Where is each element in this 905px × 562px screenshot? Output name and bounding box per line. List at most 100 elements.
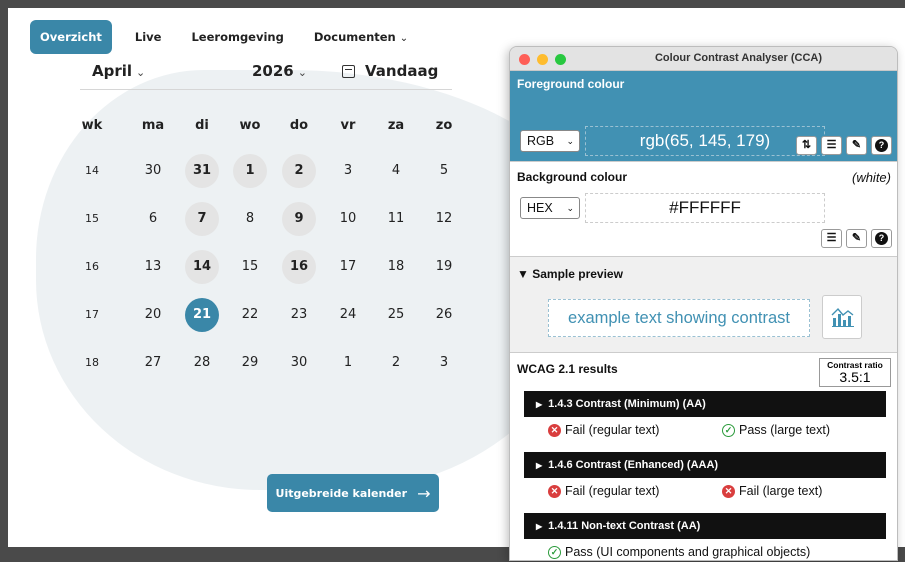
day-cell[interactable]: 6 — [136, 202, 170, 236]
day-cell[interactable]: 18 — [379, 250, 413, 284]
nav-item-live[interactable]: Live — [120, 20, 177, 54]
day-cell[interactable]: 31 — [185, 154, 219, 188]
result-text: Fail (regular text) — [565, 423, 660, 437]
foreground-format-value: RGB — [527, 134, 555, 148]
triangle-down-icon: ▼ — [517, 267, 533, 281]
contrast-ratio-value: 3.5:1 — [839, 369, 871, 385]
today-button[interactable]: Vandaag — [342, 62, 438, 80]
month-selector: April ⌄ 2026 ⌄ Vandaag — [80, 60, 452, 90]
day-cell[interactable]: 4 — [379, 154, 413, 188]
day-cell[interactable]: 29 — [233, 346, 267, 380]
sample-preview-text: example text showing contrast — [548, 299, 810, 337]
day-cell[interactable]: 20 — [136, 298, 170, 332]
weekday-header: vr — [340, 118, 356, 133]
criterion-name: 1.4.11 Non-text Contrast (AA) — [548, 520, 701, 532]
help-icon[interactable]: ? — [871, 229, 892, 248]
week-number: 17 — [85, 308, 99, 321]
result-text: Fail (large text) — [739, 484, 823, 498]
today-label: Vandaag — [365, 62, 439, 80]
preview-toggle[interactable]: ▼ Sample preview — [517, 267, 623, 281]
month-dropdown[interactable]: April ⌄ — [92, 62, 145, 80]
background-colour-name: (white) — [851, 170, 891, 185]
foreground-tools: ⇅ ☰ ✎ ? — [796, 136, 892, 155]
day-cell[interactable]: 1 — [331, 346, 365, 380]
weekday-header: di — [195, 118, 209, 133]
day-cell[interactable]: 11 — [379, 202, 413, 236]
results-section: WCAG 2.1 results Contrast ratio 3.5:1 ▶ 1… — [510, 352, 897, 560]
result-item: ✕ Fail (regular text) — [548, 423, 659, 437]
nav-item-leeromgeving[interactable]: Leeromgeving — [176, 20, 298, 54]
day-cell[interactable]: 24 — [331, 298, 365, 332]
week-number: 15 — [85, 212, 99, 225]
day-cell[interactable]: 8 — [233, 202, 267, 236]
nav-item-overzicht[interactable]: Overzicht — [30, 20, 112, 54]
day-cell[interactable]: 19 — [427, 250, 461, 284]
day-cell[interactable]: 23 — [282, 298, 316, 332]
day-cell[interactable]: 13 — [136, 250, 170, 284]
criterion-header[interactable]: ▶ 1.4.11 Non-text Contrast (AA) — [524, 513, 886, 539]
background-value-input[interactable]: #FFFFFF — [585, 193, 825, 223]
sliders-icon[interactable]: ☰ — [821, 229, 842, 248]
nav-item-documenten-label: Documenten — [313, 30, 396, 44]
preview-section: ▼ Sample preview example text showing co… — [510, 256, 897, 351]
weekday-header: wk — [81, 118, 103, 133]
day-cell[interactable]: 27 — [136, 346, 170, 380]
day-cell[interactable]: 30 — [136, 154, 170, 188]
criterion-header[interactable]: ▶ 1.4.6 Contrast (Enhanced) (AAA) — [524, 452, 886, 478]
eyedropper-icon[interactable]: ✎ — [846, 229, 867, 248]
result-text: Pass (large text) — [739, 423, 831, 437]
weekday-header: za — [387, 118, 405, 133]
day-cell[interactable]: 12 — [427, 202, 461, 236]
day-cell[interactable]: 25 — [379, 298, 413, 332]
sliders-icon[interactable]: ☰ — [821, 136, 842, 155]
day-cell[interactable]: 17 — [331, 250, 365, 284]
year-dropdown[interactable]: 2026 ⌄ — [252, 62, 307, 80]
criterion-results: ✕ Fail (regular text) ✕ Fail (large text) — [524, 480, 886, 504]
cca-titlebar[interactable]: Colour Contrast Analyser (CCA) — [510, 47, 897, 71]
chevron-down-icon: ⌄ — [136, 66, 146, 79]
foreground-value-input[interactable]: rgb(65, 145, 179) — [585, 126, 825, 156]
weekday-header: wo — [239, 118, 261, 133]
result-item: ✕ Fail (regular text) — [548, 484, 659, 498]
day-cell[interactable]: 15 — [233, 250, 267, 284]
day-cell[interactable]: 1 — [233, 154, 267, 188]
criterion-name: 1.4.3 Contrast (Minimum) (AA) — [548, 398, 706, 410]
triangle-right-icon: ▶ — [536, 400, 543, 409]
day-cell[interactable]: 9 — [282, 202, 316, 236]
foreground-format-select[interactable]: RGB ⌄ — [520, 130, 580, 152]
day-cell[interactable]: 5 — [427, 154, 461, 188]
help-icon[interactable]: ? — [871, 136, 892, 155]
fail-icon: ✕ — [722, 484, 735, 498]
eyedropper-icon[interactable]: ✎ — [846, 136, 867, 155]
day-cell[interactable]: 2 — [282, 154, 316, 188]
result-text: Fail (regular text) — [565, 484, 660, 498]
day-cell-selected[interactable]: 21 — [185, 298, 219, 332]
day-cell[interactable]: 2 — [379, 346, 413, 380]
day-cell[interactable]: 10 — [331, 202, 365, 236]
day-cell[interactable]: 3 — [427, 346, 461, 380]
day-cell[interactable]: 22 — [233, 298, 267, 332]
day-cell[interactable]: 28 — [185, 346, 219, 380]
nav-item-documenten[interactable]: Documenten ⌄ — [299, 20, 423, 54]
background-format-select[interactable]: HEX ⌄ — [520, 197, 580, 219]
day-cell[interactable]: 30 — [282, 346, 316, 380]
result-item: ✓ Pass (large text) — [722, 423, 830, 437]
result-item: ✓ Pass (UI components and graphical objec… — [548, 545, 810, 559]
day-cell[interactable]: 26 — [427, 298, 461, 332]
day-cell[interactable]: 3 — [331, 154, 365, 188]
month-label: April — [92, 62, 133, 80]
cca-window: Colour Contrast Analyser (CCA) Foregroun… — [509, 46, 898, 561]
criterion-header[interactable]: ▶ 1.4.3 Contrast (Minimum) (AA) — [524, 391, 886, 417]
extended-calendar-button[interactable]: Uitgebreide kalender → — [267, 474, 439, 512]
year-label: 2026 — [252, 62, 294, 80]
day-cell[interactable]: 14 — [185, 250, 219, 284]
background-title: Background colour — [517, 170, 628, 184]
week-number: 16 — [85, 260, 99, 273]
chart-icon — [831, 307, 854, 327]
chevron-down-icon: ⌄ — [399, 33, 409, 44]
day-cell[interactable]: 7 — [185, 202, 219, 236]
chart-preview-button[interactable] — [822, 295, 862, 339]
swap-colours-icon[interactable]: ⇅ — [796, 136, 817, 155]
cca-title: Colour Contrast Analyser (CCA) — [654, 52, 823, 64]
day-cell[interactable]: 16 — [282, 250, 316, 284]
